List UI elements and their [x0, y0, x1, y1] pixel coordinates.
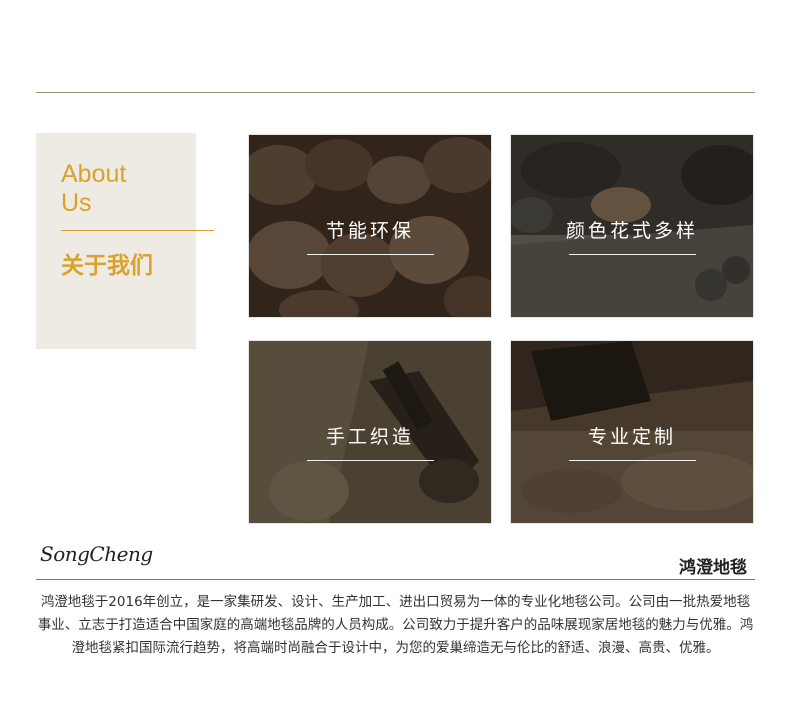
feature-label: 专业定制 [587, 426, 676, 448]
company-description: 鸿澄地毯于2016年创立，是一家集研发、设计、生产加工、进出口贸易为一体的专业化… [37, 594, 754, 656]
about-title-line1: About [61, 160, 127, 188]
about-title-en: About Us [61, 160, 126, 218]
feature-label: 手工织造 [325, 426, 414, 448]
feature-underline [569, 254, 696, 255]
feature-tile-eco[interactable]: 节能环保 [248, 134, 492, 318]
about-title-line2: Us [61, 189, 92, 217]
feature-underline [307, 254, 434, 255]
about-title-cn: 关于我们 [61, 253, 153, 279]
feature-label: 节能环保 [325, 220, 414, 242]
feature-label: 颜色花式多样 [565, 220, 698, 242]
logo-text: SongCheng [40, 542, 153, 566]
top-divider [36, 92, 755, 93]
brand-logo[interactable]: SongCheng [40, 542, 153, 566]
feature-tile-handmade[interactable]: 手工织造 [248, 340, 492, 524]
about-underline [61, 230, 214, 231]
feature-tile-custom[interactable]: 专业定制 [510, 340, 754, 524]
feature-tile-variety[interactable]: 颜色花式多样 [510, 134, 754, 318]
feature-underline [307, 460, 434, 461]
bottom-divider [36, 579, 755, 580]
feature-underline [569, 460, 696, 461]
brand-name: 鸿澄地毯 [679, 558, 747, 578]
